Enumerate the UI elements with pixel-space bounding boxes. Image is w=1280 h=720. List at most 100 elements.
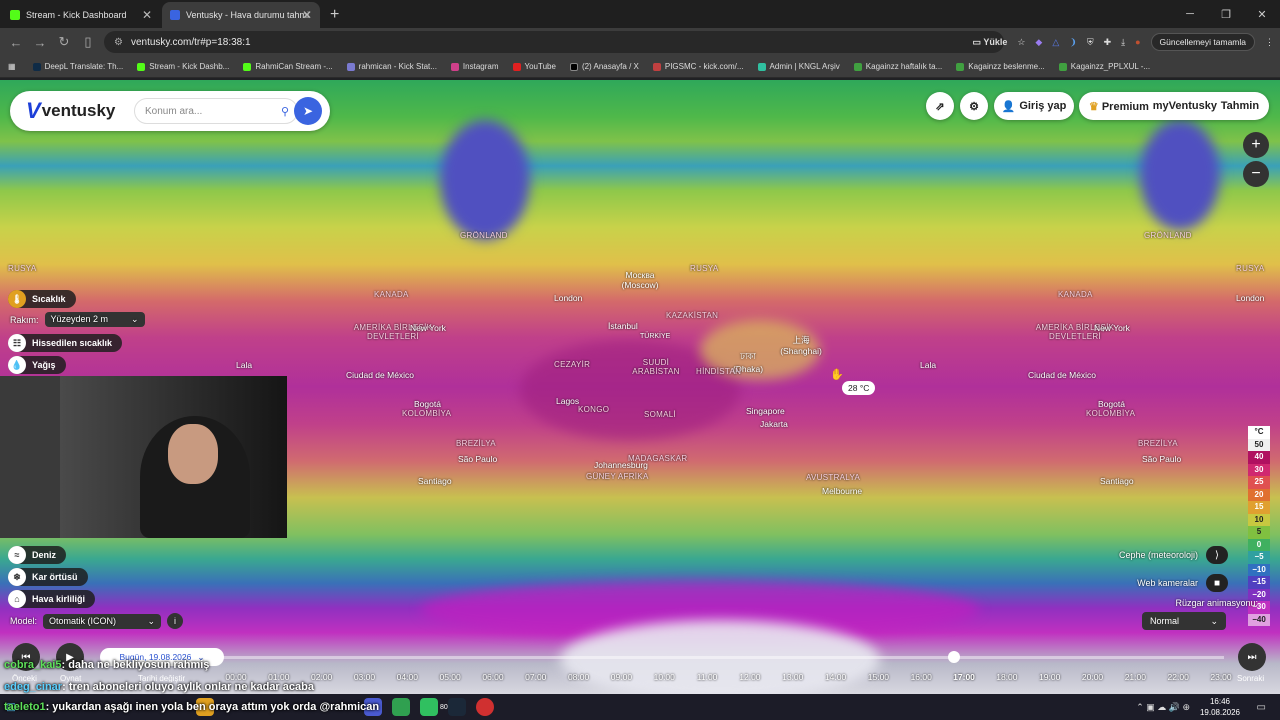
- menu-icon[interactable]: ⋮: [1265, 37, 1274, 48]
- taskbar-app-icon[interactable]: [448, 698, 467, 716]
- layer-air-pollution[interactable]: ⌂ Hava kirliliği: [8, 590, 96, 608]
- timeline-hour[interactable]: 09:00: [611, 672, 632, 682]
- layer-temperature[interactable]: 🌡 Sıcaklık: [8, 290, 76, 308]
- restore-icon[interactable]: ❐: [1208, 0, 1244, 28]
- height-select[interactable]: Yüzeyden 2 m ⌄: [44, 312, 145, 327]
- timeline-hour[interactable]: 15:00: [868, 672, 889, 682]
- taskbar-clock[interactable]: 16:46 19.08.2026: [1200, 696, 1240, 718]
- tab-ventusky[interactable]: Ventusky - Hava durumu tahmi ✕: [162, 2, 320, 28]
- model-select[interactable]: Otomatik (ICON) ⌄: [43, 613, 162, 629]
- timeline-hour[interactable]: 10:00: [654, 672, 675, 682]
- timeline-hour[interactable]: 12:00: [739, 672, 760, 682]
- taskbar-app-icon[interactable]: [392, 698, 411, 716]
- wind-animation-select[interactable]: Normal ⌄: [1142, 612, 1226, 630]
- bookmark-item[interactable]: Kagainzz beslenme...: [951, 62, 1050, 71]
- next-button[interactable]: ⏭: [1238, 643, 1266, 671]
- forward-icon[interactable]: →: [28, 35, 52, 50]
- search-icon[interactable]: ⚲: [281, 105, 289, 118]
- bookmark-item[interactable]: PIGSMC - kick.com/...: [648, 62, 749, 71]
- install-button[interactable]: ▭ Yükle: [972, 37, 1007, 48]
- timeline-handle[interactable]: [948, 651, 960, 663]
- timeline-hour[interactable]: 05:00: [439, 672, 460, 682]
- timeline-hour[interactable]: 23:00: [1210, 672, 1231, 682]
- shield-icon[interactable]: ⛨: [1087, 37, 1094, 48]
- timeline-hour[interactable]: 11:00: [697, 672, 718, 682]
- close-window-icon[interactable]: ✕: [1244, 0, 1280, 28]
- webcams-toggle[interactable]: ■: [1206, 574, 1228, 592]
- timeline-hour[interactable]: 08:00: [568, 672, 589, 682]
- close-icon[interactable]: ✕: [302, 8, 312, 22]
- bookmark-item[interactable]: RahmiCan Stream -...: [238, 62, 337, 71]
- locate-button[interactable]: ➤: [294, 97, 322, 125]
- timeline-hour[interactable]: 18:00: [996, 672, 1017, 682]
- notification-icon[interactable]: ▭: [1257, 702, 1266, 713]
- sidebar-icon[interactable]: ▯: [76, 34, 100, 50]
- info-icon[interactable]: i: [167, 613, 184, 629]
- bookmark-item[interactable]: Kagainzz_PPLXUL -...: [1054, 62, 1155, 71]
- puzzle-icon[interactable]: ✚: [1104, 37, 1112, 48]
- extension-icon[interactable]: △: [1052, 37, 1059, 48]
- premium-bar: ♛ Premium myVentusky Tahmin: [1079, 92, 1269, 120]
- myventusky-button[interactable]: myVentusky: [1153, 100, 1217, 112]
- timeline-hour[interactable]: 07:00: [525, 672, 546, 682]
- bookmark-item[interactable]: YouTube: [508, 62, 561, 71]
- layer-sea[interactable]: ≈ Deniz: [8, 546, 67, 564]
- site-info-icon[interactable]: ⚙: [114, 37, 123, 48]
- premium-label: Premium: [1101, 100, 1149, 113]
- logo-text[interactable]: ventusky: [42, 101, 116, 121]
- layer-feels-like[interactable]: ☷ Hissedilen sıcaklık: [8, 334, 123, 352]
- bookmark-item[interactable]: Stream - Kick Dashb...: [132, 62, 234, 71]
- minimize-icon[interactable]: ─: [1172, 0, 1208, 28]
- update-button[interactable]: Güncellemeyi tamamla: [1150, 33, 1255, 51]
- bookmark-item[interactable]: rahmican - Kick Stat...: [342, 62, 442, 71]
- taskbar-badge: 80: [440, 704, 448, 711]
- extension-icon[interactable]: ❩: [1069, 37, 1077, 48]
- layer-snow[interactable]: ❄ Kar örtüsü: [8, 568, 88, 586]
- timeline-hour[interactable]: 16:00: [911, 672, 932, 682]
- kick-icon: [10, 10, 20, 20]
- timeline-hour[interactable]: 13:00: [782, 672, 803, 682]
- zoom-in-button[interactable]: +: [1243, 132, 1269, 158]
- timeline-hour[interactable]: 19:00: [1039, 672, 1060, 682]
- fronts-toggle[interactable]: ⟩: [1206, 546, 1228, 564]
- bookmark-item[interactable]: Instagram: [446, 62, 504, 71]
- bookmark-item[interactable]: Admin | KNGL Arşiv: [753, 62, 845, 71]
- reload-icon[interactable]: ↻: [52, 34, 76, 50]
- timeline-hour[interactable]: 04:00: [397, 672, 418, 682]
- close-icon[interactable]: ✕: [142, 8, 152, 22]
- timeline-track[interactable]: [216, 656, 1224, 659]
- share-button[interactable]: ⇗: [926, 92, 954, 120]
- timeline-hour[interactable]: 22:00: [1168, 672, 1189, 682]
- zoom-out-button[interactable]: −: [1243, 161, 1269, 187]
- timeline-hour[interactable]: 21:00: [1125, 672, 1146, 682]
- bookmark-item[interactable]: Kagainzz haftalık ta...: [849, 62, 948, 71]
- bookmark-item[interactable]: DeepL Translate: Th...: [28, 62, 129, 71]
- apps-icon[interactable]: ▦: [8, 62, 16, 71]
- tray-icons[interactable]: ⌃ ▣ ☁ 🔊 ⊕: [1136, 702, 1190, 713]
- star-icon[interactable]: ☆: [1017, 37, 1025, 48]
- login-button[interactable]: 👤 Giriş yap: [994, 92, 1074, 120]
- timeline-hour[interactable]: 14:00: [825, 672, 846, 682]
- timeline-hour[interactable]: 03:00: [354, 672, 375, 682]
- url-field[interactable]: ⚙ ventusky.com/tr#p=18:38:1: [104, 31, 1004, 53]
- timeline-hour[interactable]: 06:00: [482, 672, 503, 682]
- extension-icon[interactable]: ◆: [1035, 37, 1042, 48]
- ventusky-logo-icon[interactable]: V: [26, 98, 41, 124]
- taskbar-app-icon[interactable]: [476, 698, 495, 716]
- back-icon[interactable]: ←: [4, 35, 28, 50]
- downloads-icon[interactable]: ⤓: [1121, 37, 1125, 48]
- premium-button[interactable]: ♛ Premium: [1089, 100, 1149, 113]
- bookmark-item[interactable]: (2) Anasayfa / X: [565, 62, 644, 71]
- search-input[interactable]: Konum ara... ⚲: [134, 98, 298, 124]
- taskbar-app-icon[interactable]: [420, 698, 439, 716]
- timeline-hour[interactable]: 20:00: [1082, 672, 1103, 682]
- bookmark-label: YouTube: [524, 62, 556, 71]
- settings-button[interactable]: ⚙: [960, 92, 988, 120]
- avatar[interactable]: ●: [1135, 37, 1140, 47]
- tab-kick-dashboard[interactable]: Stream - Kick Dashboard ✕: [2, 2, 160, 28]
- forecast-button[interactable]: Tahmin: [1221, 100, 1259, 112]
- timeline-hour[interactable]: 17:00: [953, 672, 975, 682]
- timeline-hour[interactable]: 02:00: [311, 672, 332, 682]
- new-tab-button[interactable]: +: [330, 6, 339, 24]
- layer-precipitation[interactable]: 💧 Yağış: [8, 356, 66, 374]
